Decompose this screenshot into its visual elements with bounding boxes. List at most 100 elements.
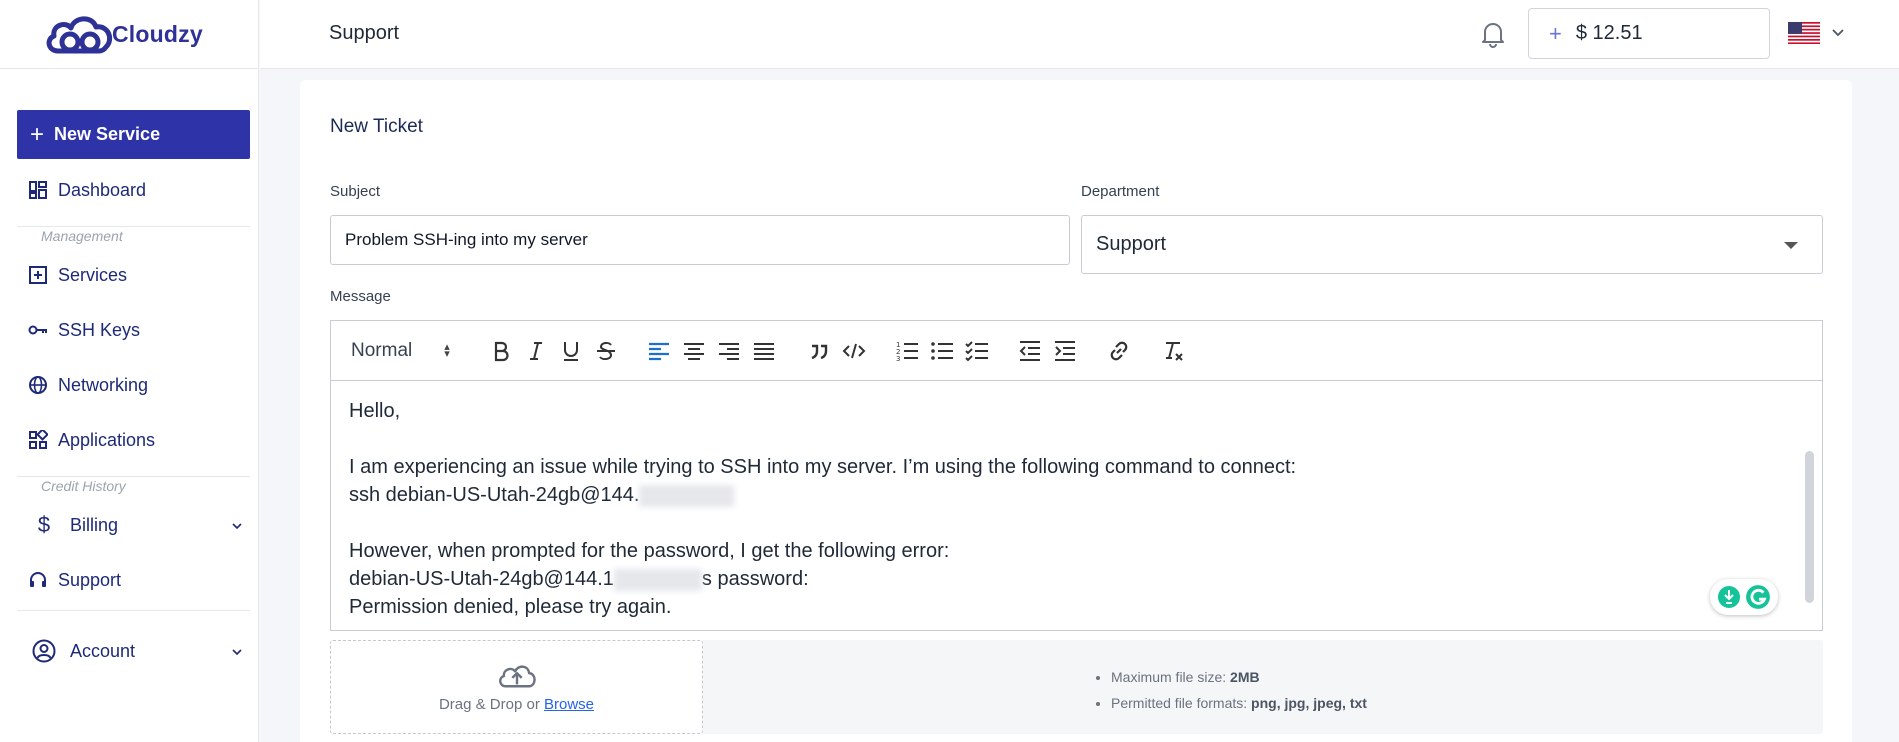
editor-scrollbar[interactable] xyxy=(1805,451,1814,603)
department-value: Support xyxy=(1096,233,1167,255)
align-justify-button[interactable] xyxy=(749,336,779,366)
bold-button[interactable] xyxy=(486,336,516,366)
formats-rule: Permitted file formats: png, jpg, jpeg, … xyxy=(1111,690,1367,716)
message-editor: Normal ▴ ▾ 1 2 3 Hello, I am experiencin… xyxy=(330,320,1823,631)
lightbulb-icon xyxy=(1718,586,1740,608)
sidebar-item-support[interactable]: Support xyxy=(28,565,121,595)
format-select[interactable]: Normal ▴ ▾ xyxy=(351,340,461,362)
grammarly-widget[interactable] xyxy=(1710,579,1778,615)
code-button[interactable] xyxy=(839,336,869,366)
message-line: Permission denied, please try again. xyxy=(349,596,672,618)
chevron-down-icon xyxy=(232,523,242,530)
sidebar-item-label: Support xyxy=(58,569,122,590)
bell-icon[interactable] xyxy=(1480,20,1506,48)
link-button[interactable] xyxy=(1104,336,1134,366)
message-line-text: debian-US-Utah-24gb@144.1 xyxy=(349,568,614,590)
browse-link[interactable]: Browse xyxy=(544,696,594,713)
file-dropzone[interactable]: Drag & Drop or Browse xyxy=(330,640,703,734)
cloud-logo-icon xyxy=(46,16,113,54)
message-label: Message xyxy=(330,288,391,305)
message-line-text: s password: xyxy=(701,568,809,590)
redacted-ip xyxy=(639,484,735,507)
subject-input[interactable] xyxy=(330,215,1070,265)
rule-value: png, jpg, jpeg, txt xyxy=(1251,695,1367,711)
new-service-button[interactable]: + New Service xyxy=(17,110,250,159)
sidebar-item-networking[interactable]: Networking xyxy=(28,370,148,400)
add-square-icon xyxy=(28,265,48,285)
top-header: Support + $ 12.51 xyxy=(260,0,1899,69)
outdent-icon xyxy=(1019,341,1040,361)
strike-button[interactable] xyxy=(591,336,621,366)
code-icon xyxy=(842,343,866,359)
indent-icon xyxy=(1055,341,1075,361)
key-icon xyxy=(28,320,48,340)
sidebar-item-label: Dashboard xyxy=(58,179,147,200)
checklist-icon xyxy=(965,341,988,362)
grammarly-icon xyxy=(1746,585,1770,609)
page-title: Support xyxy=(329,22,400,44)
chevron-down-icon xyxy=(232,649,242,656)
divider xyxy=(17,610,250,611)
message-body[interactable]: Hello, I am experiencing an issue while … xyxy=(331,381,1822,631)
caret-down-icon xyxy=(1784,242,1798,249)
clear-format-button[interactable] xyxy=(1158,336,1188,366)
rule-label: Permitted file formats: xyxy=(1111,695,1252,711)
sidebar-item-label: SSH Keys xyxy=(58,319,141,340)
underline-button[interactable] xyxy=(556,336,586,366)
us-flag-icon[interactable] xyxy=(1788,22,1820,44)
quote-icon xyxy=(811,344,828,360)
message-line-text: ssh debian-US-Utah-24gb@144. xyxy=(349,484,640,506)
drop-text: Drag & Drop or Browse xyxy=(439,696,594,713)
checklist-button[interactable] xyxy=(962,336,992,366)
dollar-icon: $ xyxy=(37,512,51,537)
message-line: debian-US-Utah-24gb@144.1 s password: xyxy=(349,565,1804,593)
sidebar-item-label: Applications xyxy=(58,429,156,450)
dashboard-icon xyxy=(28,180,48,200)
link-icon xyxy=(1110,341,1128,361)
plus-icon: + xyxy=(1549,20,1562,46)
apps-icon xyxy=(28,430,48,450)
sidebar-item-label: Billing xyxy=(70,514,119,535)
outdent-button[interactable] xyxy=(1015,336,1045,366)
updown-icon: ▴ ▾ xyxy=(444,340,450,360)
max-size-rule: Maximum file size: 2MB xyxy=(1111,664,1367,690)
sidebar-item-applications[interactable]: Applications xyxy=(28,425,155,455)
sidebar-item-label: Services xyxy=(58,264,128,285)
upload-area: Drag & Drop or Browse Maximum file size:… xyxy=(330,640,1823,734)
section-label-credit-history: Credit History xyxy=(41,478,126,494)
balance-button[interactable]: + $ 12.51 xyxy=(1528,8,1770,59)
align-left-button[interactable] xyxy=(644,336,674,366)
sidebar-item-services[interactable]: Services xyxy=(28,260,127,290)
sidebar-item-ssh-keys[interactable]: SSH Keys xyxy=(28,315,140,345)
cloud-upload-icon xyxy=(498,664,536,687)
align-center-button[interactable] xyxy=(679,336,709,366)
department-select[interactable]: Support xyxy=(1081,215,1823,274)
user-circle-icon xyxy=(32,639,56,663)
message-line: ssh debian-US-Utah-24gb@144. xyxy=(349,481,1804,509)
new-ticket-card: New Ticket Subject Department Support Me… xyxy=(300,80,1852,742)
sidebar-item-dashboard[interactable]: Dashboard xyxy=(28,175,146,205)
italic-icon xyxy=(530,342,542,360)
editor-toolbar: Normal ▴ ▾ 1 2 3 xyxy=(331,321,1822,381)
section-label-management: Management xyxy=(41,228,123,244)
sidebar: Cloudzy + New Service Dashboard Manageme… xyxy=(0,0,259,742)
subject-label: Subject xyxy=(330,183,381,200)
italic-button[interactable] xyxy=(521,336,551,366)
bold-icon xyxy=(494,341,509,362)
bullet-list-button[interactable] xyxy=(927,336,957,366)
redacted-ip xyxy=(613,568,702,591)
ordered-list-button[interactable]: 123 xyxy=(892,336,922,366)
blockquote-button[interactable] xyxy=(804,336,834,366)
chevron-down-icon[interactable] xyxy=(1831,26,1845,40)
card-title: New Ticket xyxy=(330,116,423,137)
align-right-icon xyxy=(719,343,739,360)
indent-button[interactable] xyxy=(1050,336,1080,366)
logo[interactable]: Cloudzy xyxy=(0,0,258,69)
sidebar-item-label: Networking xyxy=(58,374,149,395)
divider xyxy=(17,226,250,227)
sidebar-item-account[interactable]: Account xyxy=(32,636,243,666)
sidebar-item-billing[interactable]: $ Billing xyxy=(28,510,243,540)
align-right-button[interactable] xyxy=(714,336,744,366)
align-justify-icon xyxy=(754,343,774,360)
align-left-icon xyxy=(649,342,669,361)
